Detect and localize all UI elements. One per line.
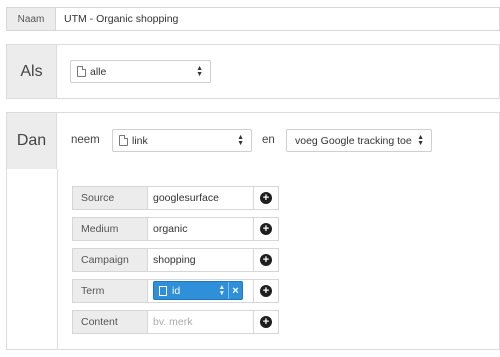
param-label-source: Source [72,186,148,210]
name-label: Naam [6,7,56,31]
param-label-medium: Medium [72,217,148,241]
add-button[interactable]: + [254,310,279,334]
param-input-content[interactable]: bv. merk [148,310,254,334]
action-select-value: voeg Google tracking toe [295,134,412,147]
action-label: Dan [7,113,57,169]
action-select[interactable]: voeg Google tracking toe ▲ ▼ [286,129,432,152]
and-word: en [262,134,275,146]
plus-circle-icon: + [260,223,272,235]
name-input[interactable]: UTM - Organic shopping [56,7,500,31]
variable-token-label: id [172,284,181,297]
take-select[interactable]: link ▲ ▼ [112,129,252,152]
add-button[interactable]: + [254,279,279,303]
close-icon[interactable]: × [228,282,242,299]
add-button[interactable]: + [254,248,279,272]
condition-select-value: alle [90,65,107,78]
add-button[interactable]: + [254,186,279,210]
param-label-content: Content [72,310,148,334]
plus-circle-icon: + [260,192,272,204]
select-arrows-icon: ▲ ▼ [237,134,244,147]
select-arrows-icon: ▲ ▼ [196,65,203,78]
param-input-campaign[interactable]: shopping [148,248,254,272]
param-input-medium[interactable]: organic [148,217,254,241]
document-icon [77,66,86,77]
document-icon [159,285,167,296]
param-label-campaign: Campaign [72,248,148,272]
param-input-source[interactable]: googlesurface [148,186,254,210]
select-arrows-icon: ▲ ▼ [417,134,424,147]
take-word: neem [71,134,100,146]
add-button[interactable]: + [254,217,279,241]
param-label-term: Term [72,279,148,303]
document-icon [119,135,128,146]
plus-circle-icon: + [260,316,272,328]
take-select-value: link [132,134,148,147]
action-divider [57,169,58,349]
plus-circle-icon: + [260,285,272,297]
condition-label: Als [7,45,57,98]
plus-circle-icon: + [260,254,272,266]
variable-token[interactable]: id ▲ ▼ × [153,281,243,300]
select-arrows-icon: ▲ ▼ [218,284,225,297]
condition-select[interactable]: alle ▲ ▼ [70,60,211,83]
